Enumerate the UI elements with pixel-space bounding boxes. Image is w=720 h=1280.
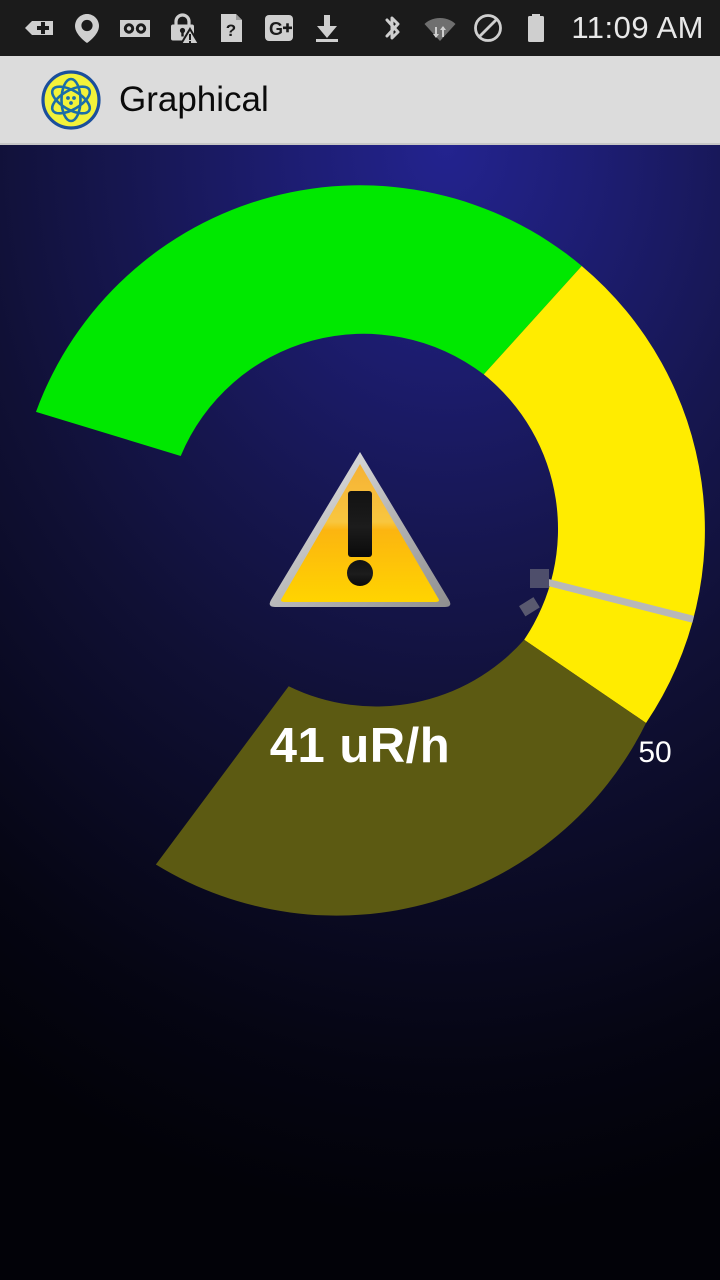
unknown-file-icon: ? [214, 11, 248, 45]
status-bar-clock: 11:09 AM [571, 10, 704, 45]
bluetooth-icon [375, 11, 409, 45]
svg-text:?: ? [226, 21, 236, 40]
battery-icon [519, 11, 553, 45]
app-bar: Graphical [0, 56, 720, 145]
wifi-signal-icon [423, 11, 457, 45]
gauge-tick-caution-start [519, 597, 540, 617]
atom-icon [40, 69, 102, 131]
voicemail-icon [118, 11, 152, 45]
google-plus-icon: G [262, 11, 296, 45]
do-not-disturb-icon [471, 11, 505, 45]
lock-warning-icon [166, 11, 200, 45]
status-bar: ? G 11:09 AM [0, 0, 720, 56]
gauge-zone-inactive [155, 639, 647, 916]
status-bar-left-icons: ? G [0, 11, 344, 45]
status-bar-right-icons: 11:09 AM [375, 10, 720, 46]
location-pin-icon [70, 11, 104, 45]
download-icon [310, 11, 344, 45]
reading-value: 41 uR/h [269, 719, 451, 773]
sim-add-icon [22, 11, 56, 45]
gauge-screen: 50 41 uR/h [0, 145, 720, 1280]
app-title: Graphical [119, 79, 269, 119]
warning-triangle-icon [266, 445, 454, 610]
radiation-gauge: 50 [35, 185, 705, 916]
gauge-zone-safe [35, 185, 582, 456]
svg-text:G: G [269, 19, 283, 39]
